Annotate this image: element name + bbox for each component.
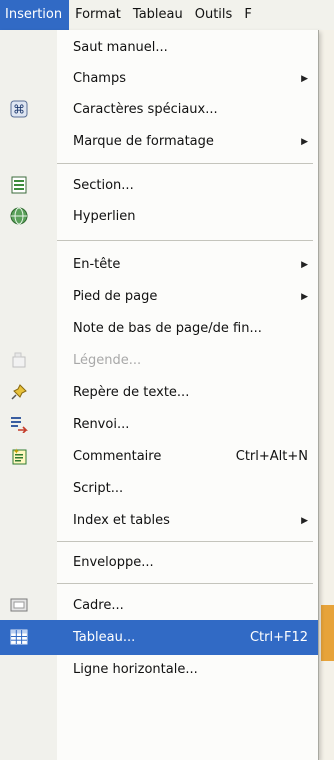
submenu-arrow-icon: ▶ <box>301 515 308 526</box>
menu-item-label: Marque de formatage <box>73 134 214 149</box>
menu-item-champs[interactable]: Champs ▶ <box>0 61 318 96</box>
insertion-dropdown-menu: Saut manuel... Champs ▶ ⌘ Caractères spé… <box>0 30 319 760</box>
document-orange-block <box>321 605 334 661</box>
menu-outils[interactable]: Outils <box>189 0 239 30</box>
menu-item-label: Légende... <box>73 353 142 368</box>
menu-insertion[interactable]: Insertion <box>0 0 70 30</box>
section-icon <box>10 176 28 194</box>
menu-item-label: Script... <box>73 481 124 496</box>
menu-item-label: Enveloppe... <box>73 555 154 570</box>
menu-item-shortcut: Ctrl+F12 <box>249 630 308 645</box>
comment-icon: ✦ <box>10 447 28 465</box>
hyperlink-icon <box>10 207 28 225</box>
menu-item-ligne-horizontale[interactable]: Ligne horizontale... <box>0 652 318 687</box>
submenu-arrow-icon: ▶ <box>301 73 308 84</box>
menu-item-pied-de-page[interactable]: Pied de page ▶ <box>0 279 318 314</box>
menu-tableau[interactable]: Tableau <box>127 0 189 30</box>
cross-reference-icon <box>10 415 28 434</box>
frame-icon <box>10 596 28 614</box>
caption-icon <box>10 351 28 369</box>
menu-item-shortcut: Ctrl+Alt+N <box>235 449 308 464</box>
menu-item-script[interactable]: Script... <box>0 471 318 506</box>
menu-item-label: En-tête <box>73 257 121 272</box>
menu-item-label: Hyperlien <box>73 209 136 224</box>
menu-item-saut-manuel[interactable]: Saut manuel... <box>0 30 318 65</box>
menu-item-label: Ligne horizontale... <box>73 662 198 677</box>
menu-item-index-et-tables[interactable]: Index et tables ▶ <box>0 503 318 538</box>
menu-item-label: Index et tables <box>73 513 170 528</box>
menu-separator <box>57 240 313 241</box>
menu-item-label: Saut manuel... <box>73 40 168 55</box>
menu-item-enveloppe[interactable]: Enveloppe... <box>0 545 318 580</box>
svg-text:✦: ✦ <box>13 447 20 456</box>
menu-item-commentaire[interactable]: ✦ Commentaire Ctrl+Alt+N <box>0 439 318 474</box>
special-characters-icon: ⌘ <box>10 100 28 118</box>
table-icon <box>10 628 28 646</box>
menu-item-renvoi[interactable]: Renvoi... <box>0 407 318 442</box>
menu-item-label: Renvoi... <box>73 417 130 432</box>
menu-item-legende[interactable]: Légende... <box>0 343 318 378</box>
menu-item-label: Pied de page <box>73 289 158 304</box>
menu-item-label: Champs <box>73 71 126 86</box>
menu-separator <box>57 163 313 164</box>
svg-text:⌘: ⌘ <box>13 103 25 117</box>
menu-item-hyperlien[interactable]: Hyperlien <box>0 199 318 234</box>
submenu-arrow-icon: ▶ <box>301 259 308 270</box>
menu-item-cadre[interactable]: Cadre... <box>0 588 318 623</box>
menu-item-repere-de-texte[interactable]: Repère de texte... <box>0 375 318 410</box>
menu-format[interactable]: Format <box>69 0 127 30</box>
submenu-arrow-icon: ▶ <box>301 136 308 147</box>
menu-item-label: Cadre... <box>73 598 124 613</box>
document-area <box>318 30 334 760</box>
menu-item-label: Repère de texte... <box>73 385 190 400</box>
menu-f-truncated[interactable]: F <box>238 0 257 30</box>
menu-item-marque-de-formatage[interactable]: Marque de formatage ▶ <box>0 124 318 159</box>
menu-item-tableau[interactable]: Tableau... Ctrl+F12 <box>0 620 318 655</box>
menu-separator <box>57 583 313 584</box>
submenu-arrow-icon: ▶ <box>301 291 308 302</box>
menu-item-note-de-bas-de-page[interactable]: Note de bas de page/de fin... <box>0 311 318 346</box>
menu-item-label: Note de bas de page/de fin... <box>73 321 262 336</box>
menu-item-en-tete[interactable]: En-tête ▶ <box>0 247 318 282</box>
menu-bar: Insertion Format Tableau Outils F <box>0 0 334 31</box>
menu-item-label: Tableau... <box>73 630 136 645</box>
menu-item-label: Section... <box>73 178 134 193</box>
menu-item-section[interactable]: Section... <box>0 168 318 203</box>
menu-item-label: Caractères spéciaux... <box>73 102 218 117</box>
menu-separator <box>57 541 313 542</box>
bookmark-icon <box>10 383 28 401</box>
menu-item-label: Commentaire <box>73 449 162 464</box>
menu-item-caracteres-speciaux[interactable]: ⌘ Caractères spéciaux... <box>0 92 318 127</box>
